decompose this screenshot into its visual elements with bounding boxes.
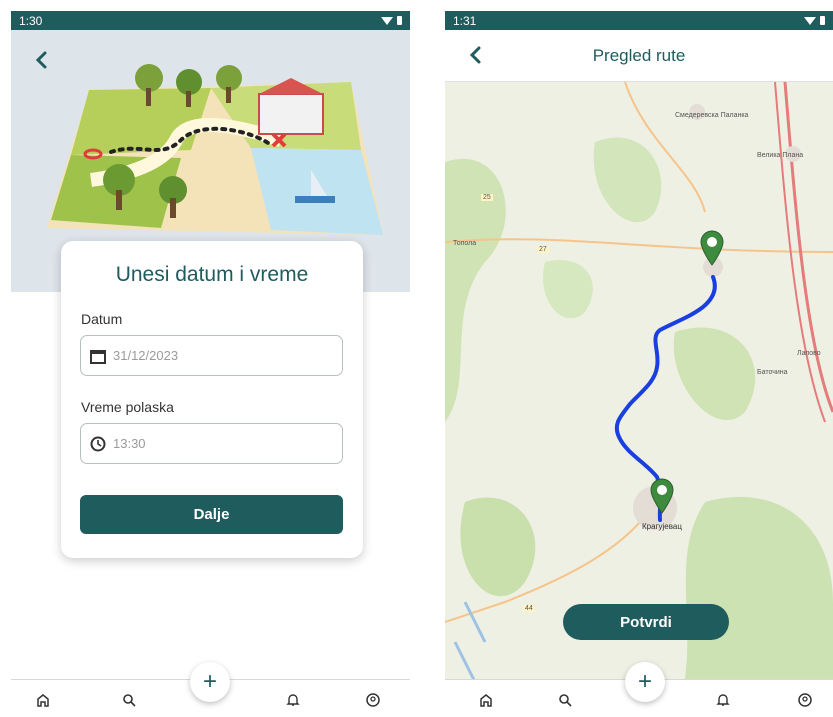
date-time-card: Unesi datum i vreme Datum 31/12/2023 Vre… bbox=[61, 241, 363, 558]
card-title: Unesi datum i vreme bbox=[115, 263, 309, 286]
map-label-city: Крагујевац bbox=[642, 522, 682, 531]
plus-icon: + bbox=[637, 668, 652, 695]
date-value: 31/12/2023 bbox=[113, 348, 179, 363]
app-bar: Pregled rute bbox=[445, 30, 833, 82]
status-time: 1:30 bbox=[19, 13, 43, 28]
bell-icon[interactable] bbox=[285, 692, 301, 708]
wifi-icon bbox=[381, 16, 393, 25]
map-label-east: Лапово bbox=[797, 350, 821, 357]
map-label-ne: Велика Плана bbox=[757, 152, 804, 159]
battery-icon bbox=[820, 16, 825, 25]
status-icons bbox=[381, 16, 402, 25]
confirm-button[interactable]: Potvrdi bbox=[563, 604, 729, 640]
time-input[interactable]: 13:30 bbox=[80, 423, 343, 464]
calendar-icon bbox=[90, 349, 106, 364]
map-marker-icon[interactable] bbox=[699, 230, 725, 266]
search-icon[interactable] bbox=[557, 692, 573, 708]
map-label-e2: Баточина bbox=[757, 369, 788, 376]
back-button[interactable] bbox=[31, 49, 53, 71]
plus-icon: + bbox=[202, 668, 217, 695]
road-shield: 27 bbox=[537, 246, 549, 253]
home-icon[interactable] bbox=[35, 692, 51, 708]
add-button[interactable]: + bbox=[625, 662, 665, 702]
road-shield: 25 bbox=[481, 194, 493, 201]
time-value: 13:30 bbox=[113, 436, 146, 451]
map-label-west: Топола bbox=[453, 240, 477, 247]
date-time-screen: 1:30 Unesi datum i vreme Datum 31/12/202… bbox=[11, 11, 410, 717]
page-title: Pregled rute bbox=[592, 46, 686, 65]
status-bar: 1:30 bbox=[11, 11, 410, 30]
date-input[interactable]: 31/12/2023 bbox=[80, 335, 343, 376]
time-label: Vreme polaska bbox=[81, 399, 174, 415]
next-button[interactable]: Dalje bbox=[80, 495, 343, 534]
add-button[interactable]: + bbox=[190, 662, 230, 702]
profile-icon[interactable] bbox=[797, 692, 813, 708]
road-shield: 44 bbox=[523, 605, 535, 612]
status-bar: 1:31 bbox=[445, 11, 833, 30]
profile-icon[interactable] bbox=[365, 692, 381, 708]
back-arrow-icon bbox=[35, 51, 47, 69]
search-icon[interactable] bbox=[121, 692, 137, 708]
map-marker-icon[interactable] bbox=[649, 478, 675, 514]
status-icons bbox=[804, 16, 825, 25]
home-icon[interactable] bbox=[478, 692, 494, 708]
route-preview-screen: 1:31 Pregled rute Смедеревска Паланка Ве… bbox=[445, 11, 833, 717]
bottom-nav: + bbox=[445, 662, 833, 717]
bottom-nav: + bbox=[11, 662, 410, 717]
map-label-north: Смедеревска Паланка bbox=[675, 112, 749, 119]
date-label: Datum bbox=[81, 311, 123, 327]
clock-icon bbox=[90, 436, 106, 451]
battery-icon bbox=[397, 16, 402, 25]
status-time: 1:31 bbox=[453, 13, 477, 28]
wifi-icon bbox=[804, 16, 816, 25]
bell-icon[interactable] bbox=[715, 692, 731, 708]
